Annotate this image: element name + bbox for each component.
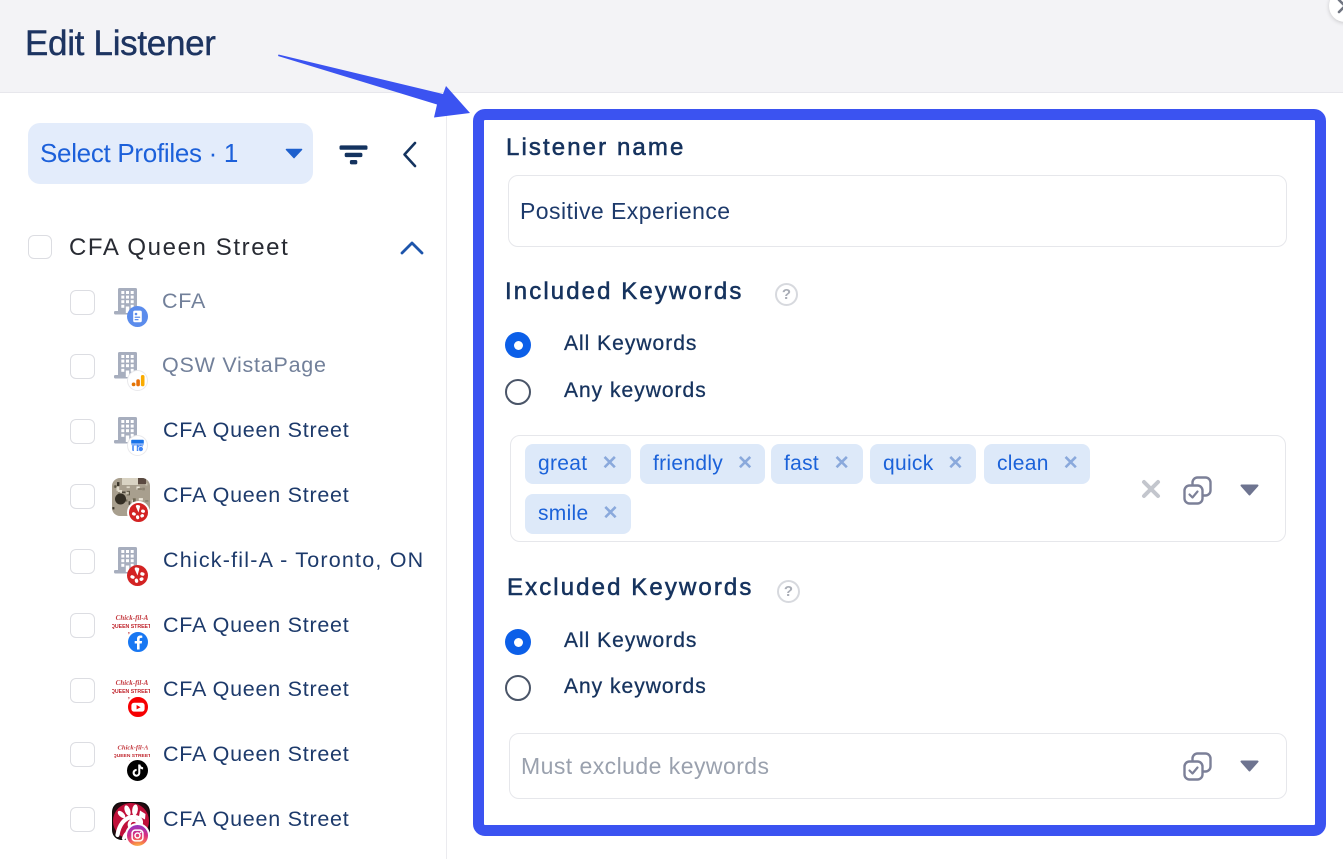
svg-text:Chick-fil-A: Chick-fil-A <box>116 614 149 622</box>
svg-text:QUEEN STREET: QUEEN STREET <box>112 624 150 630</box>
svg-text:QUEEN STREET: QUEEN STREET <box>112 689 150 695</box>
svg-text:Chick-fil-A: Chick-fil-A <box>116 679 149 687</box>
svg-text:Chick-fil-A: Chick-fil-A <box>117 744 148 751</box>
